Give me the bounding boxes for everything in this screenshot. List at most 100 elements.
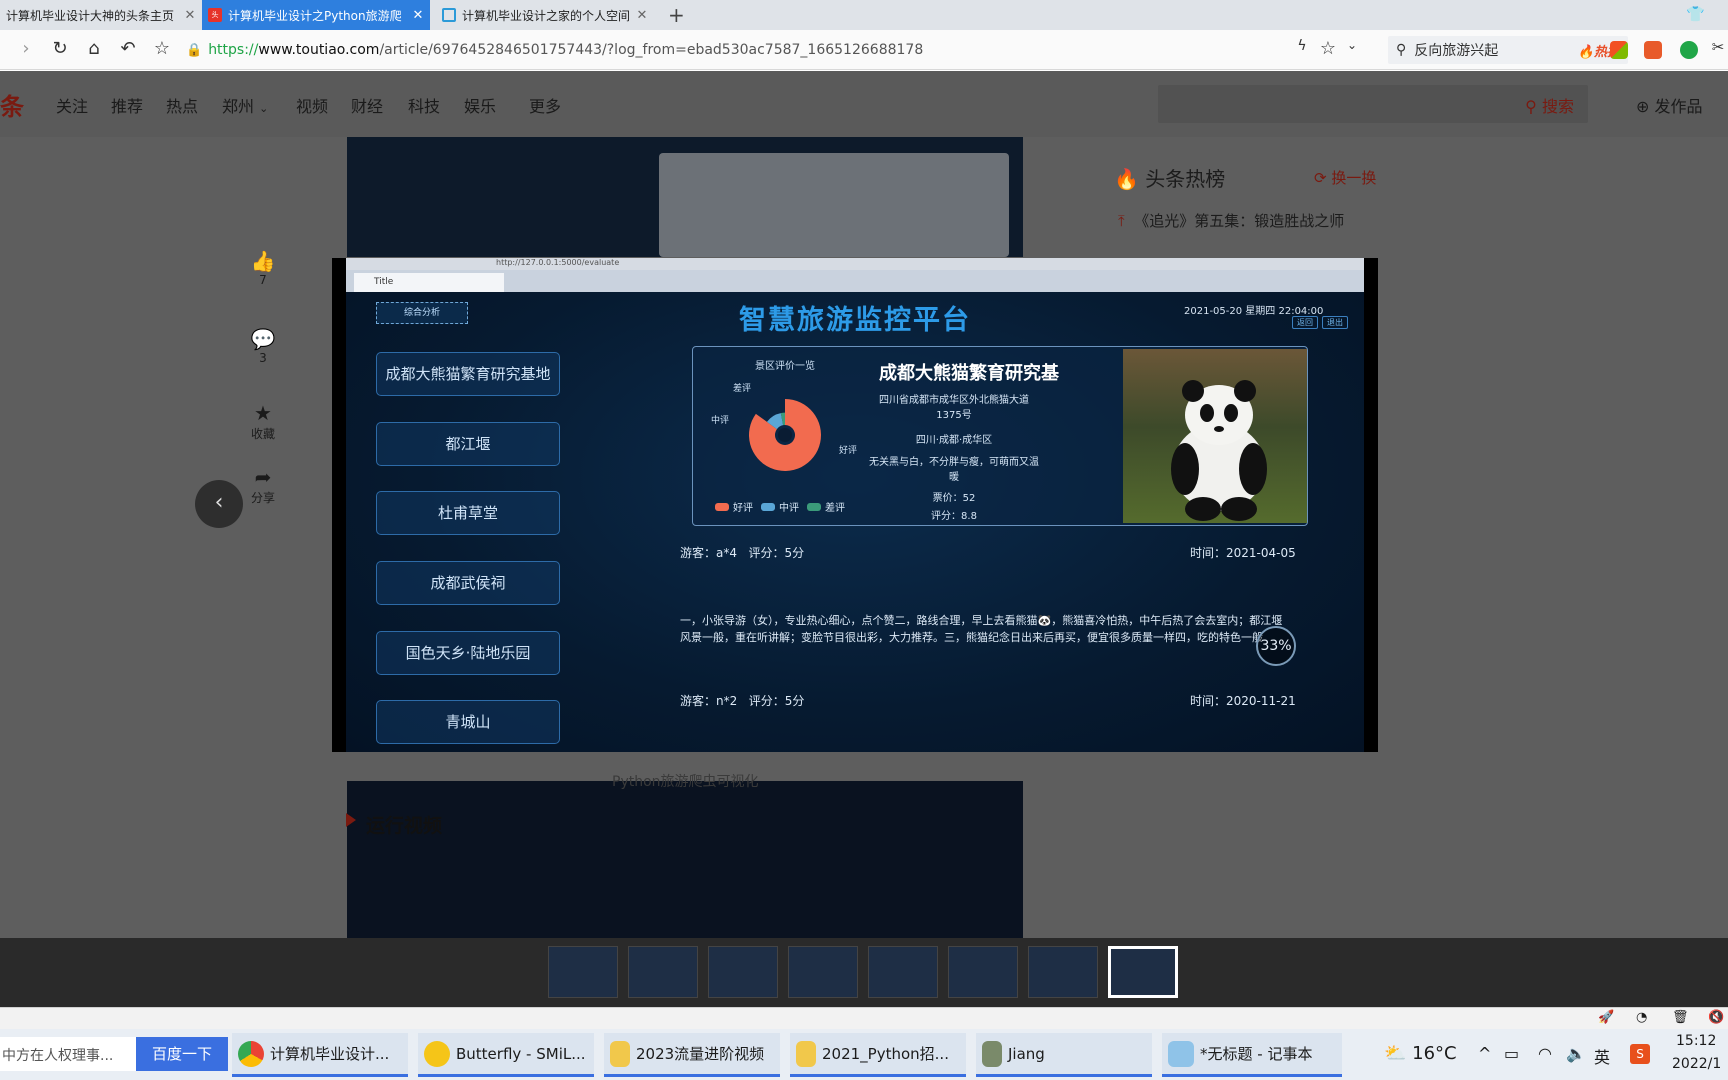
pin-top-icon: ⤒ [1118,212,1125,230]
weather-widget[interactable]: ⛅ 16°C [1384,1043,1457,1064]
review-visitor: 游客：a*4 [680,546,737,560]
site-search-button[interactable]: ⚲ 搜索 [1525,93,1574,117]
nav-more[interactable]: 更多 [529,93,561,117]
nav-hot[interactable]: 热点 [166,93,198,117]
clock-time[interactable]: 15:12 [1676,1033,1716,1049]
legend-good: 好评 [715,499,753,514]
taskbar-search-input[interactable]: 中方在人权理事... [0,1037,136,1071]
tab-bilibili-space[interactable]: 计算机毕业设计之家的个人空间 ✕ [436,0,654,30]
inner-address-bar: http://127.0.0.1:5000/evaluate [346,258,1364,270]
gallery-thumbnail[interactable] [548,946,618,998]
battery-icon[interactable]: ▭ [1504,1044,1519,1063]
share-action[interactable]: ➦ 分享 [250,465,276,506]
address-bar[interactable]: 🔒 https:// www.toutiao.com /article/6976… [186,36,1356,64]
ime-indicator[interactable]: 英 [1594,1044,1610,1068]
pie-slice-label: 中评 [711,414,729,426]
cloud-sun-icon: ⛅ [1384,1043,1407,1064]
previous-image-button[interactable]: ‹ [195,480,243,528]
sight-item: 都江堰 [376,422,560,466]
bookmark-star-icon[interactable]: ☆ [150,38,174,59]
collect-action[interactable]: ★ 收藏 [250,401,276,442]
lock-icon: 🔒 [186,42,203,58]
task-notepad[interactable]: *无标题 - 记事本 [1162,1033,1342,1077]
panda-illustration [1171,380,1267,521]
comment-icon: 💬 [250,327,276,351]
nav-recommend[interactable]: 推荐 [111,93,143,117]
task-folder-python[interactable]: 2021_Python招... [790,1033,966,1077]
shirt-skin-icon[interactable]: 👕 [1686,5,1705,23]
new-tab-icon[interactable]: + [668,3,685,27]
chevron-down-icon: ⌄ [259,102,269,115]
office-extension-icon[interactable] [1610,41,1628,59]
game-extension-icon[interactable] [1644,41,1662,59]
review-visitor: 游客：n*2 [680,694,738,708]
tab-title: 计算机毕业设计之Python旅游爬 [228,8,402,23]
clock-date[interactable]: 2022/1 [1672,1056,1721,1072]
gallery-thumbnail[interactable] [868,946,938,998]
browser-search-box[interactable]: ⚲ 反向旅游兴起 🔥热搜 [1388,36,1628,64]
undo-icon[interactable]: ↶ [116,38,140,59]
site-logo[interactable]: 条 [0,87,24,122]
chevron-up-icon[interactable]: ^ [1478,1044,1491,1063]
task-label: Butterfly - SMiL... [456,1044,586,1063]
gallery-thumbnail[interactable] [708,946,778,998]
chevron-left-icon: ‹ [214,490,224,515]
nav-city[interactable]: 郑州 ⌄ [222,93,268,117]
nav-entertainment[interactable]: 娱乐 [464,93,496,117]
taskbar-search-button[interactable]: 百度一下 [136,1037,228,1071]
forward-icon[interactable]: › [14,38,38,59]
publish-button[interactable]: ⊕ 发作品 [1636,93,1703,117]
site-search[interactable]: ⚲ 搜索 [1158,85,1588,123]
legend-swatch [715,502,729,511]
nav-follow[interactable]: 关注 [56,93,88,117]
nav-tech[interactable]: 科技 [408,93,440,117]
trash-icon[interactable]: 🗑 [1672,1010,1689,1025]
reload-icon[interactable]: ↻ [48,38,72,59]
task-browser[interactable]: 计算机毕业设计... [232,1033,408,1077]
close-icon[interactable]: ✕ [178,8,202,23]
scissors-icon[interactable]: ✂ [1706,38,1728,56]
temperature: 16°C [1412,1043,1457,1064]
favorite-star-icon[interactable]: ☆ [1316,38,1340,59]
gallery-thumbnail-selected[interactable] [1108,946,1178,998]
task-folder-videos[interactable]: 2023流量进阶视频 [604,1033,780,1077]
hotlist-refresh-button[interactable]: ⟳ 换一换 [1314,167,1376,188]
video-thumbnail[interactable] [347,781,1023,938]
close-icon[interactable]: ✕ [406,8,430,23]
tab-title: 计算机毕业设计大神的头条主页 [6,8,175,23]
tab-toutiao-home[interactable]: 计算机毕业设计大神的头条主页 ✕ [0,0,202,30]
user-folder-icon [982,1040,1002,1067]
hotlist-refresh-label: 换一换 [1331,169,1377,187]
spot-region: 四川·成都·成华区 [915,435,993,446]
inner-tab-title: Title [374,277,394,287]
gallery-thumbnail[interactable] [1028,946,1098,998]
hotlist-item[interactable]: ⤒ 《追光》第五集：锻造胜战之师 [1118,210,1344,231]
rocket-icon[interactable]: 🚀 [1598,1010,1614,1025]
sogou-ime-icon[interactable]: S [1630,1044,1650,1064]
tab-title: 计算机毕业设计之家的个人空间 [462,8,630,23]
volume-icon[interactable]: 🔈 [1566,1044,1586,1063]
gallery-thumbnail[interactable] [628,946,698,998]
gallery-thumbnail[interactable] [788,946,858,998]
chevron-down-icon[interactable]: ⌄ [1340,38,1364,52]
dashboard: 智慧旅游监控平台 2021-05-20 星期四 22:04:00 返回 退出 综… [346,292,1364,752]
close-icon[interactable]: ✕ [630,8,654,23]
task-jiang[interactable]: Jiang [976,1033,1152,1077]
like-action[interactable]: 👍 7 [250,249,276,287]
panda-photo [1123,349,1307,523]
wifi-icon[interactable]: ◠ [1538,1044,1552,1063]
nav-finance[interactable]: 财经 [351,93,383,117]
check-extension-icon[interactable] [1680,41,1698,59]
rating-pie-chart: 好评 中评 差评 [711,382,857,471]
home-icon[interactable]: ⌂ [82,38,106,59]
comment-action[interactable]: 💬 3 [250,327,276,365]
gallery-thumbnail[interactable] [948,946,1018,998]
legend-swatch [761,502,775,511]
nav-video[interactable]: 视频 [296,93,328,117]
task-music[interactable]: Butterfly - SMiL... [418,1033,594,1077]
tab-article[interactable]: 头 计算机毕业设计之Python旅游爬 ✕ [202,0,430,30]
speed-icon[interactable]: ◔ [1636,1010,1647,1025]
lightning-icon[interactable]: ϟ [1290,38,1314,54]
section-bullet-icon [346,813,356,827]
mute-icon[interactable]: 🔇 [1708,1010,1724,1025]
